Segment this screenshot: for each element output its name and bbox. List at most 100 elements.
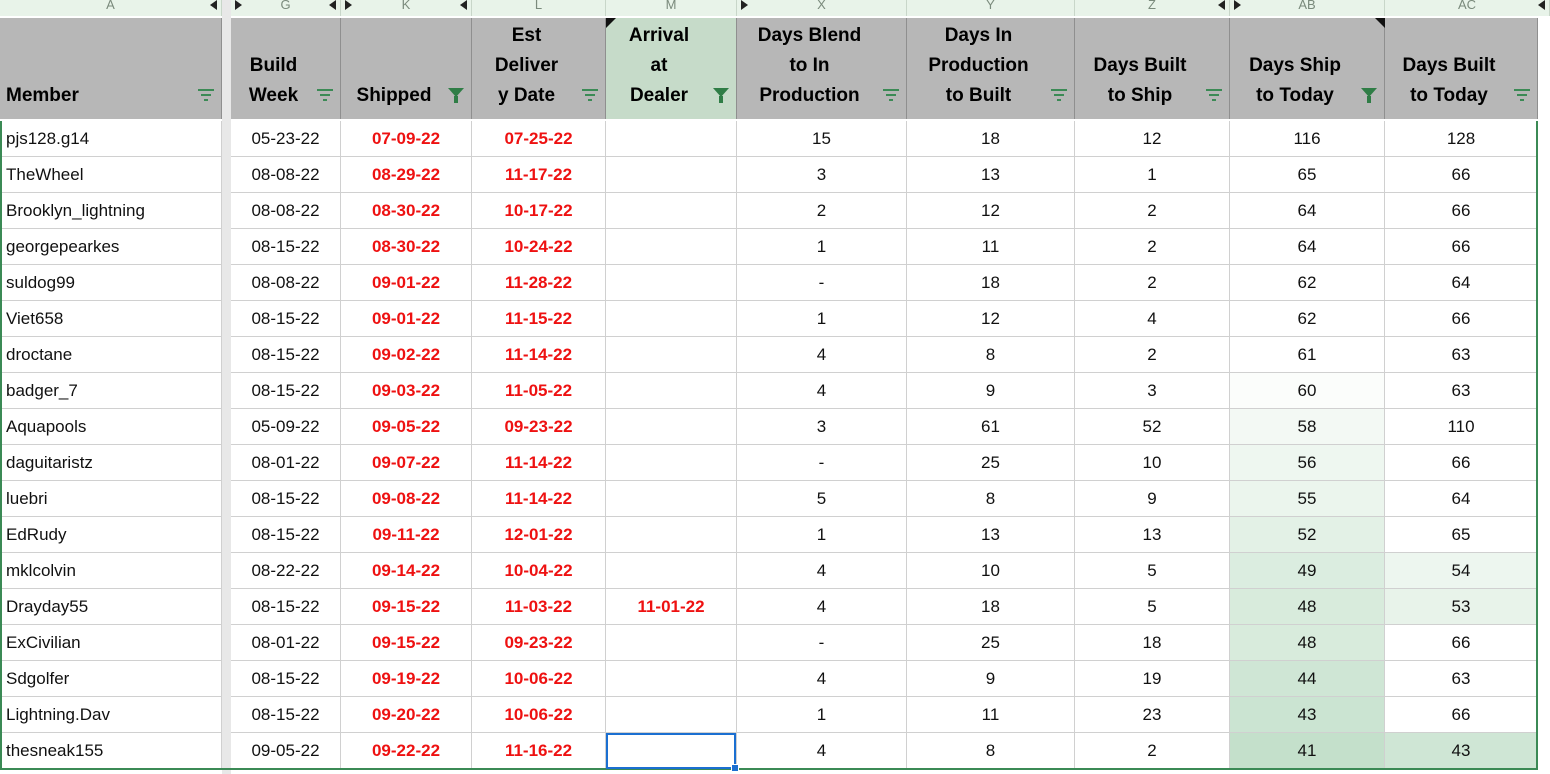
header-member[interactable]: Member xyxy=(0,18,222,119)
cell-days-blend-to-in-production[interactable]: 4 xyxy=(737,553,907,589)
cell-days-in-production-to-built[interactable]: 25 xyxy=(907,625,1075,661)
cell-shipped[interactable]: 08-30-22 xyxy=(341,229,472,265)
cell-est-delivery-date[interactable]: 11-17-22 xyxy=(472,157,606,193)
cell-shipped[interactable]: 09-15-22 xyxy=(341,625,472,661)
cell-days-built-to-today[interactable]: 66 xyxy=(1385,301,1538,337)
cell-days-blend-to-in-production[interactable]: 2 xyxy=(737,193,907,229)
cell-days-blend-to-in-production[interactable]: 1 xyxy=(737,517,907,553)
cell-build-week[interactable]: 05-23-22 xyxy=(231,121,341,157)
cell-shipped[interactable]: 09-01-22 xyxy=(341,265,472,301)
cell-shipped[interactable]: 09-08-22 xyxy=(341,481,472,517)
cell-days-built-to-ship[interactable]: 9 xyxy=(1075,481,1230,517)
cell-shipped[interactable]: 09-22-22 xyxy=(341,733,472,769)
filter-icon[interactable] xyxy=(1205,85,1225,107)
cell-shipped[interactable]: 09-03-22 xyxy=(341,373,472,409)
cell-days-blend-to-in-production[interactable]: 1 xyxy=(737,697,907,733)
cell-est-delivery-date[interactable]: 12-01-22 xyxy=(472,517,606,553)
cell-days-ship-to-today[interactable]: 65 xyxy=(1230,157,1385,193)
cell-est-delivery-date[interactable]: 09-23-22 xyxy=(472,409,606,445)
cell-arrival-at-dealer[interactable] xyxy=(606,157,737,193)
cell-days-in-production-to-built[interactable]: 18 xyxy=(907,265,1075,301)
cell-est-delivery-date[interactable]: 10-17-22 xyxy=(472,193,606,229)
cell-shipped[interactable]: 08-29-22 xyxy=(341,157,472,193)
cell-arrival-at-dealer[interactable] xyxy=(606,373,737,409)
cell-member[interactable]: Lightning.Dav xyxy=(0,697,222,733)
cell-shipped[interactable]: 09-15-22 xyxy=(341,589,472,625)
cell-member[interactable]: thesneak155 xyxy=(0,733,222,769)
cell-shipped[interactable]: 07-09-22 xyxy=(341,121,472,157)
cell-days-built-to-ship[interactable]: 5 xyxy=(1075,589,1230,625)
cell-member[interactable]: Sdgolfer xyxy=(0,661,222,697)
fill-handle[interactable] xyxy=(731,764,739,772)
cell-est-delivery-date[interactable]: 11-03-22 xyxy=(472,589,606,625)
cell-est-delivery-date[interactable]: 11-14-22 xyxy=(472,337,606,373)
cell-arrival-at-dealer[interactable] xyxy=(606,193,737,229)
cell-days-in-production-to-built[interactable]: 18 xyxy=(907,121,1075,157)
filter-icon[interactable] xyxy=(316,85,336,107)
filter-active-icon[interactable] xyxy=(1360,85,1380,107)
cell-days-built-to-ship[interactable]: 5 xyxy=(1075,553,1230,589)
cell-build-week[interactable]: 09-05-22 xyxy=(231,733,341,769)
cell-days-built-to-ship[interactable]: 2 xyxy=(1075,193,1230,229)
cell-build-week[interactable]: 08-15-22 xyxy=(231,697,341,733)
cell-days-built-to-ship[interactable]: 3 xyxy=(1075,373,1230,409)
cell-build-week[interactable]: 08-15-22 xyxy=(231,229,341,265)
cell-est-delivery-date[interactable]: 11-05-22 xyxy=(472,373,606,409)
column-letter-a[interactable]: A xyxy=(0,0,222,16)
cell-days-in-production-to-built[interactable]: 13 xyxy=(907,157,1075,193)
cell-member[interactable]: Drayday55 xyxy=(0,589,222,625)
cell-build-week[interactable]: 08-15-22 xyxy=(231,481,341,517)
cell-days-ship-to-today[interactable]: 48 xyxy=(1230,625,1385,661)
cell-member[interactable]: ExCivilian xyxy=(0,625,222,661)
header-arrival-at-dealer[interactable]: Arrival at Dealer xyxy=(606,18,737,119)
cell-arrival-at-dealer[interactable] xyxy=(606,661,737,697)
cell-days-in-production-to-built[interactable]: 8 xyxy=(907,337,1075,373)
cell-days-built-to-ship[interactable]: 18 xyxy=(1075,625,1230,661)
cell-member[interactable]: daguitaristz xyxy=(0,445,222,481)
cell-days-built-to-today[interactable]: 66 xyxy=(1385,193,1538,229)
frozen-column-divider[interactable] xyxy=(222,0,231,774)
cell-days-ship-to-today[interactable]: 52 xyxy=(1230,517,1385,553)
cell-shipped[interactable]: 09-05-22 xyxy=(341,409,472,445)
cell-days-in-production-to-built[interactable]: 11 xyxy=(907,229,1075,265)
header-days-blend-to-in-production[interactable]: Days Blend to In Production xyxy=(737,18,907,119)
cell-days-blend-to-in-production[interactable]: 5 xyxy=(737,481,907,517)
cell-arrival-at-dealer[interactable] xyxy=(606,697,737,733)
cell-days-blend-to-in-production[interactable]: 3 xyxy=(737,409,907,445)
header-est-delivery-date[interactable]: Est Deliver y Date xyxy=(472,18,606,119)
cell-days-in-production-to-built[interactable]: 25 xyxy=(907,445,1075,481)
cell-days-ship-to-today[interactable]: 116 xyxy=(1230,121,1385,157)
cell-shipped[interactable]: 09-20-22 xyxy=(341,697,472,733)
cell-build-week[interactable]: 05-09-22 xyxy=(231,409,341,445)
cell-days-in-production-to-built[interactable]: 8 xyxy=(907,733,1075,769)
cell-build-week[interactable]: 08-01-22 xyxy=(231,625,341,661)
cell-days-built-to-today[interactable]: 63 xyxy=(1385,373,1538,409)
cell-build-week[interactable]: 08-08-22 xyxy=(231,157,341,193)
cell-est-delivery-date[interactable]: 10-06-22 xyxy=(472,697,606,733)
cell-est-delivery-date[interactable]: 10-24-22 xyxy=(472,229,606,265)
column-resize-arrow-icon[interactable] xyxy=(741,0,748,10)
header-days-ship-to-today[interactable]: Days Ship to Today xyxy=(1230,18,1385,119)
cell-build-week[interactable]: 08-01-22 xyxy=(231,445,341,481)
cell-days-blend-to-in-production[interactable]: 4 xyxy=(737,337,907,373)
selected-cell[interactable] xyxy=(606,733,739,772)
column-letter-l[interactable]: L xyxy=(472,0,606,16)
cell-days-blend-to-in-production[interactable]: - xyxy=(737,625,907,661)
column-letter-z[interactable]: Z xyxy=(1075,0,1230,16)
cell-days-built-to-today[interactable]: 65 xyxy=(1385,517,1538,553)
cell-days-blend-to-in-production[interactable]: 4 xyxy=(737,589,907,625)
cell-days-built-to-ship[interactable]: 2 xyxy=(1075,265,1230,301)
cell-member[interactable]: badger_7 xyxy=(0,373,222,409)
cell-days-built-to-today[interactable]: 66 xyxy=(1385,445,1538,481)
cell-days-built-to-today[interactable]: 66 xyxy=(1385,625,1538,661)
cell-days-blend-to-in-production[interactable]: 4 xyxy=(737,373,907,409)
cell-arrival-at-dealer[interactable] xyxy=(606,121,737,157)
cell-days-built-to-ship[interactable]: 23 xyxy=(1075,697,1230,733)
cell-member[interactable]: Viet658 xyxy=(0,301,222,337)
cell-days-built-to-today[interactable]: 66 xyxy=(1385,157,1538,193)
cell-est-delivery-date[interactable]: 11-14-22 xyxy=(472,445,606,481)
filter-icon[interactable] xyxy=(1513,85,1533,107)
column-resize-arrow-icon[interactable] xyxy=(1218,0,1225,10)
cell-days-blend-to-in-production[interactable]: - xyxy=(737,265,907,301)
cell-days-in-production-to-built[interactable]: 12 xyxy=(907,301,1075,337)
